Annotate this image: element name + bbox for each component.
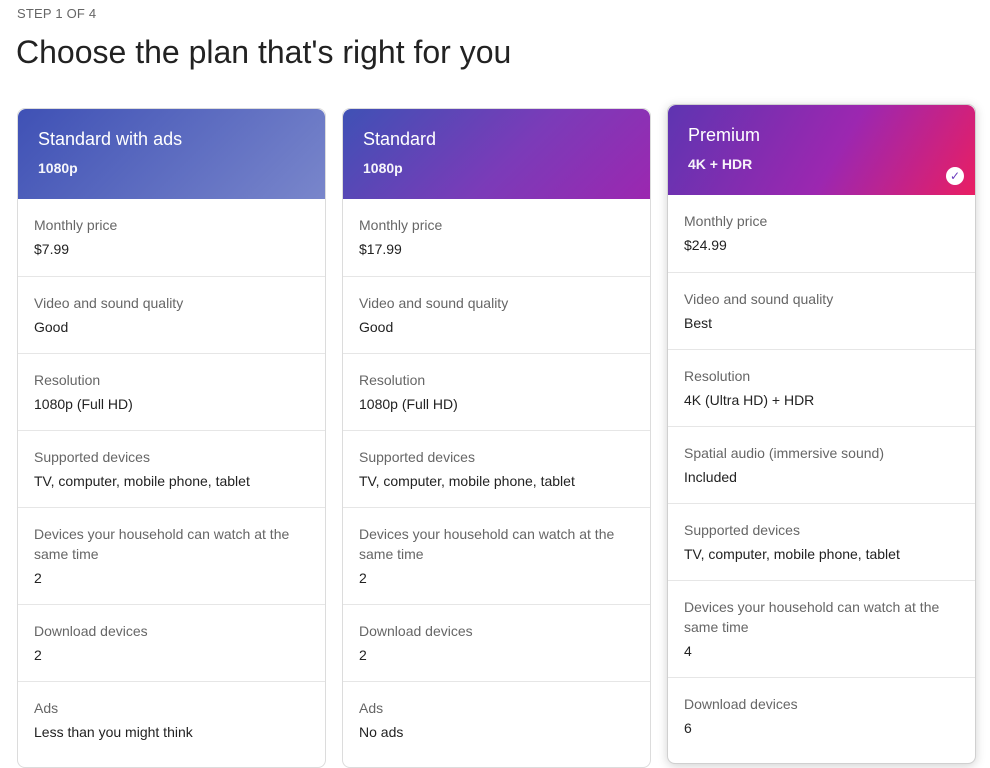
feature-row: Video and sound quality Good bbox=[18, 276, 325, 353]
feature-row: Resolution 1080p (Full HD) bbox=[18, 353, 325, 430]
feature-label: Monthly price bbox=[34, 217, 118, 233]
feature-row: Monthly price $17.99 bbox=[343, 199, 650, 276]
feature-value: $24.99 bbox=[684, 237, 727, 253]
feature-value: 2 bbox=[359, 570, 367, 586]
plan-card-standard-with-ads[interactable]: Standard with ads 1080p Monthly price $7.… bbox=[17, 108, 326, 768]
plan-resolution-badge: 1080p bbox=[38, 160, 78, 176]
feature-value: 2 bbox=[34, 647, 42, 663]
plan-resolution-badge: 4K + HDR bbox=[688, 156, 753, 172]
feature-row: Devices your household can watch at the … bbox=[343, 507, 650, 604]
feature-label: Spatial audio (immersive sound) bbox=[684, 445, 884, 461]
feature-row: Spatial audio (immersive sound) Included bbox=[668, 426, 975, 503]
feature-row: Monthly price $7.99 bbox=[18, 199, 325, 276]
feature-value: TV, computer, mobile phone, tablet bbox=[684, 546, 900, 562]
feature-row: Devices your household can watch at the … bbox=[18, 507, 325, 604]
feature-row: Devices your household can watch at the … bbox=[668, 580, 975, 677]
feature-row: Ads Less than you might think bbox=[18, 681, 325, 758]
feature-value: 2 bbox=[359, 647, 367, 663]
feature-value: 1080p (Full HD) bbox=[359, 396, 458, 412]
feature-label: Video and sound quality bbox=[34, 295, 184, 311]
feature-value: 6 bbox=[684, 720, 692, 736]
plan-feature-list: Monthly price $7.99 Video and sound quali… bbox=[18, 199, 325, 758]
feature-label: Monthly price bbox=[359, 217, 443, 233]
feature-value: $17.99 bbox=[359, 241, 402, 257]
plan-name: Standard bbox=[363, 129, 437, 149]
feature-value: 4 bbox=[684, 643, 692, 659]
feature-value: $7.99 bbox=[34, 241, 70, 257]
feature-row: Supported devices TV, computer, mobile ph… bbox=[343, 430, 650, 507]
feature-row: Video and sound quality Good bbox=[343, 276, 650, 353]
feature-value: Good bbox=[34, 319, 69, 335]
plan-header: Standard with ads 1080p bbox=[18, 109, 325, 199]
feature-label: Ads bbox=[359, 700, 384, 716]
page-title: Choose the plan that's right for you bbox=[16, 34, 512, 70]
feature-row: Monthly price $24.99 bbox=[668, 195, 975, 272]
feature-value: No ads bbox=[359, 724, 404, 740]
feature-row: Supported devices TV, computer, mobile ph… bbox=[18, 430, 325, 507]
check-circle-icon: ✓ bbox=[946, 167, 964, 185]
feature-row: Download devices 2 bbox=[18, 604, 325, 681]
feature-label: Download devices bbox=[684, 696, 798, 712]
feature-value: 1080p (Full HD) bbox=[34, 396, 133, 412]
step-indicator: STEP 1 OF 4 bbox=[17, 6, 97, 21]
feature-label: Download devices bbox=[34, 623, 148, 639]
plan-resolution-badge: 1080p bbox=[363, 160, 403, 176]
feature-label: Resolution bbox=[684, 368, 751, 384]
feature-label: Supported devices bbox=[359, 449, 475, 465]
feature-label: Resolution bbox=[34, 372, 101, 388]
feature-value: Less than you might think bbox=[34, 724, 193, 740]
plan-name: Premium bbox=[688, 125, 761, 145]
feature-label: Resolution bbox=[359, 372, 426, 388]
feature-label: Devices your household can watch at the … bbox=[359, 526, 615, 562]
plan-header: Premium 4K + HDR ✓ bbox=[668, 105, 975, 195]
feature-label: Supported devices bbox=[34, 449, 150, 465]
feature-label: Video and sound quality bbox=[359, 295, 509, 311]
feature-row: Ads No ads bbox=[343, 681, 650, 758]
feature-label: Monthly price bbox=[684, 213, 768, 229]
feature-value: 4K (Ultra HD) + HDR bbox=[684, 392, 815, 408]
feature-row: Download devices 2 bbox=[343, 604, 650, 681]
feature-value: TV, computer, mobile phone, tablet bbox=[34, 473, 250, 489]
feature-value: Best bbox=[684, 315, 713, 331]
feature-value: TV, computer, mobile phone, tablet bbox=[359, 473, 575, 489]
feature-row: Resolution 4K (Ultra HD) + HDR bbox=[668, 349, 975, 426]
feature-label: Video and sound quality bbox=[684, 291, 834, 307]
feature-label: Devices your household can watch at the … bbox=[684, 599, 940, 635]
plan-feature-list: Monthly price $17.99 Video and sound qual… bbox=[343, 199, 650, 758]
feature-value: 2 bbox=[34, 570, 42, 586]
feature-label: Ads bbox=[34, 700, 59, 716]
feature-row: Download devices 6 bbox=[668, 677, 975, 754]
feature-row: Supported devices TV, computer, mobile ph… bbox=[668, 503, 975, 580]
plan-card-premium[interactable]: Premium 4K + HDR ✓ Monthly price $24.99 V… bbox=[667, 104, 976, 764]
plan-feature-list: Monthly price $24.99 Video and sound qual… bbox=[668, 195, 975, 754]
feature-label: Download devices bbox=[359, 623, 473, 639]
feature-label: Devices your household can watch at the … bbox=[34, 526, 290, 562]
feature-value: Good bbox=[359, 319, 394, 335]
feature-label: Supported devices bbox=[684, 522, 800, 538]
feature-value: Included bbox=[684, 469, 737, 485]
plan-card-standard[interactable]: Standard 1080p Monthly price $17.99 Video… bbox=[342, 108, 651, 768]
feature-row: Resolution 1080p (Full HD) bbox=[343, 353, 650, 430]
feature-row: Video and sound quality Best bbox=[668, 272, 975, 349]
plan-name: Standard with ads bbox=[38, 129, 183, 149]
plan-header: Standard 1080p bbox=[343, 109, 650, 199]
